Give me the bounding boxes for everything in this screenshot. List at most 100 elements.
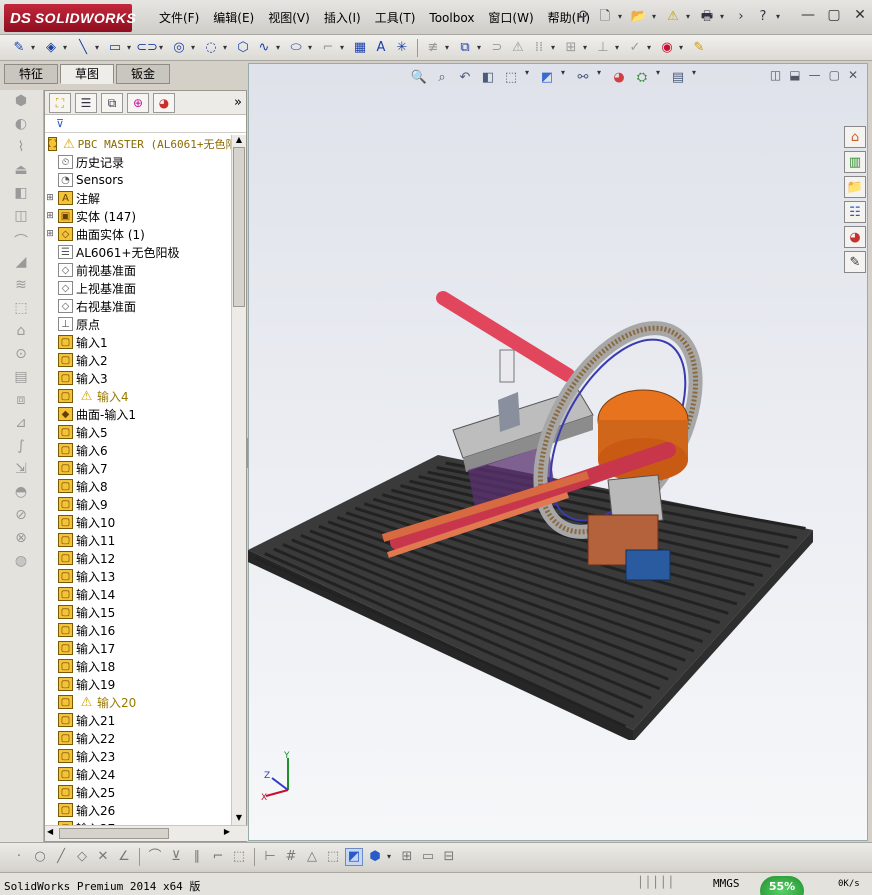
chevron-down-icon[interactable]: ▾ (340, 43, 348, 52)
scroll-up-icon[interactable]: ▲ (232, 135, 246, 147)
feature-tree-tab-icon[interactable]: ⛶ (49, 92, 71, 113)
section-icon[interactable]: ⊞ (398, 848, 416, 866)
text-icon[interactable]: A (372, 39, 390, 57)
chevron-down-icon[interactable]: ▾ (583, 43, 591, 52)
revolve-icon[interactable]: ◐ (10, 116, 32, 136)
expand-icon[interactable]: ⊞ (45, 211, 55, 221)
tile-vertical-icon[interactable]: ⊟ (440, 848, 458, 866)
angle-tool-icon[interactable]: ∠ (115, 848, 133, 866)
quick-snaps-icon[interactable]: ◉ (658, 39, 676, 57)
tree-item[interactable]: ▢ 输入21 (45, 711, 231, 729)
close-button[interactable]: ✕ (852, 7, 868, 23)
tree-item[interactable]: ▢ 输入10 (45, 513, 231, 531)
isometric-view-icon[interactable]: ⬚ (324, 848, 342, 866)
chamfer-icon[interactable]: ◢ (10, 254, 32, 274)
expand-tabs-icon[interactable]: » (234, 95, 242, 110)
previous-view-icon[interactable]: ↶ (456, 68, 474, 86)
pattern-feature-icon[interactable]: ▤ (10, 369, 32, 389)
rebuild-warning-icon[interactable]: ⚠ (664, 7, 682, 25)
pin-icon[interactable]: ⚲ (574, 7, 592, 25)
deform-icon[interactable]: ◍ (10, 553, 32, 573)
chevron-down-icon[interactable]: ▾ (191, 43, 199, 52)
tree-item[interactable]: ◇ 上视基准面 (45, 279, 231, 297)
tree-item[interactable]: ◔ Sensors (45, 171, 231, 189)
new-document-icon[interactable]: 🗋 (596, 7, 614, 25)
chevron-down-icon[interactable]: ▾ (276, 43, 284, 52)
rectangle-icon[interactable]: ▭ (106, 39, 124, 57)
circle-icon[interactable]: ◎ (170, 39, 188, 57)
property-manager-tab-icon[interactable]: ☰ (75, 92, 97, 113)
relation-perpendicular-icon[interactable]: ⌐ (209, 848, 227, 866)
cross-tool-icon[interactable]: ✕ (94, 848, 112, 866)
chevron-down-icon[interactable]: ▾ (95, 43, 103, 52)
chevron-down-icon[interactable]: ▾ (720, 12, 728, 21)
scroll-down-icon[interactable]: ▼ (232, 813, 246, 825)
chevron-down-icon[interactable]: ▾ (647, 43, 655, 52)
arc-icon[interactable]: ◌ (202, 39, 220, 57)
open-folder-icon[interactable]: 📂 (630, 7, 648, 25)
print-icon[interactable]: 🖶 (698, 7, 716, 25)
tree-item[interactable]: ▢ 输入12 (45, 549, 231, 567)
tree-item[interactable]: ⊞ ▣ 实体 (147) (45, 207, 231, 225)
scrollbar-thumb[interactable] (233, 147, 245, 307)
reference-geometry-icon[interactable]: ⊿ (10, 415, 32, 435)
scroll-left-icon[interactable]: ◀ (47, 827, 53, 836)
fillet-feature-icon[interactable]: ⌒ (10, 231, 32, 251)
tree-vertical-scrollbar[interactable]: ▲ ▼ (231, 135, 246, 825)
tree-item[interactable]: ⊥ 原点 (45, 315, 231, 333)
apply-scene-icon[interactable]: ⛭ (633, 68, 651, 86)
display-manager-tab-icon[interactable]: ◕ (153, 92, 175, 113)
loft-icon[interactable]: ⏏ (10, 162, 32, 182)
tree-item[interactable]: ⊞ A 注解 (45, 189, 231, 207)
chevron-down-icon[interactable]: ▾ (63, 43, 71, 52)
filter-icon[interactable]: ⊽ (51, 115, 69, 133)
relation-parallel-icon[interactable]: ∥ (188, 848, 206, 866)
help-icon[interactable]: ? (754, 7, 772, 25)
relation-tangent-icon[interactable]: ⌒ (146, 848, 164, 866)
chevron-down-icon[interactable]: ▾ (551, 43, 559, 52)
tree-item[interactable]: ▢ 输入6 (45, 441, 231, 459)
section-view-icon[interactable]: ◧ (479, 68, 497, 86)
minimize-button[interactable]: — (800, 7, 816, 23)
offset-icon[interactable]: ⊃ (488, 39, 506, 57)
chevron-down-icon[interactable]: ▾ (308, 43, 316, 52)
tree-item[interactable]: ▢ 输入23 (45, 747, 231, 765)
tree-item[interactable]: ▢ 输入3 (45, 369, 231, 387)
tree-item[interactable]: ▢ 输入9 (45, 495, 231, 513)
tab-features[interactable]: 特征 (4, 64, 59, 84)
shell-icon[interactable]: ⬚ (10, 300, 32, 320)
flex-icon[interactable]: ⊗ (10, 530, 32, 550)
split-vertical-icon[interactable]: ◫ (770, 68, 781, 82)
tree-item[interactable]: ▢ 输入2 (45, 351, 231, 369)
hole-wizard-icon[interactable]: ⊙ (10, 346, 32, 366)
home-icon[interactable]: ⌂ (844, 126, 866, 148)
menu-window[interactable]: 窗口(W) (481, 9, 540, 27)
tree-item[interactable]: ◇ 前视基准面 (45, 261, 231, 279)
tree-horizontal-scrollbar[interactable]: ◀ ▶ (45, 825, 248, 841)
expand-icon[interactable]: ⊞ (45, 229, 55, 239)
extrude-icon[interactable]: ⬢ (10, 93, 32, 113)
point-tool-icon[interactable]: · (10, 848, 28, 866)
view-palette-icon[interactable]: ☷ (844, 201, 866, 223)
rib-icon[interactable]: ≋ (10, 277, 32, 297)
rapid-sketch-icon[interactable]: ✎ (690, 39, 708, 57)
tree-item[interactable]: ⊞ ◇ 曲面实体 (1) (45, 225, 231, 243)
display-relations-icon[interactable]: ⊥ (594, 39, 612, 57)
tile-horizontal-icon[interactable]: ▭ (419, 848, 437, 866)
display-style-icon[interactable]: ◩ (538, 68, 556, 86)
chevron-down-icon[interactable]: ▾ (31, 43, 39, 52)
point-icon[interactable]: ✳ (393, 39, 411, 57)
tree-item[interactable]: ◇ 右视基准面 (45, 297, 231, 315)
view-orientation-icon[interactable]: ⬚ (502, 68, 520, 86)
chevron-down-icon[interactable]: ▾ (127, 43, 135, 52)
tree-item[interactable]: ▢ 输入14 (45, 585, 231, 603)
chevron-down-icon[interactable]: ▾ (652, 12, 660, 21)
chevron-down-icon[interactable]: ▾ (686, 12, 694, 21)
menu-view[interactable]: 视图(V) (261, 9, 317, 27)
tree-item[interactable]: ▢ 输入5 (45, 423, 231, 441)
plane-icon[interactable]: ▦ (351, 39, 369, 57)
edit-appearance-icon[interactable]: ◕ (610, 68, 628, 86)
tree-item[interactable]: ▢ ⚠ 输入20 (45, 693, 231, 711)
chevron-down-icon[interactable]: ▾ (679, 43, 687, 52)
mirror-icon[interactable]: ⚠ (509, 39, 527, 57)
